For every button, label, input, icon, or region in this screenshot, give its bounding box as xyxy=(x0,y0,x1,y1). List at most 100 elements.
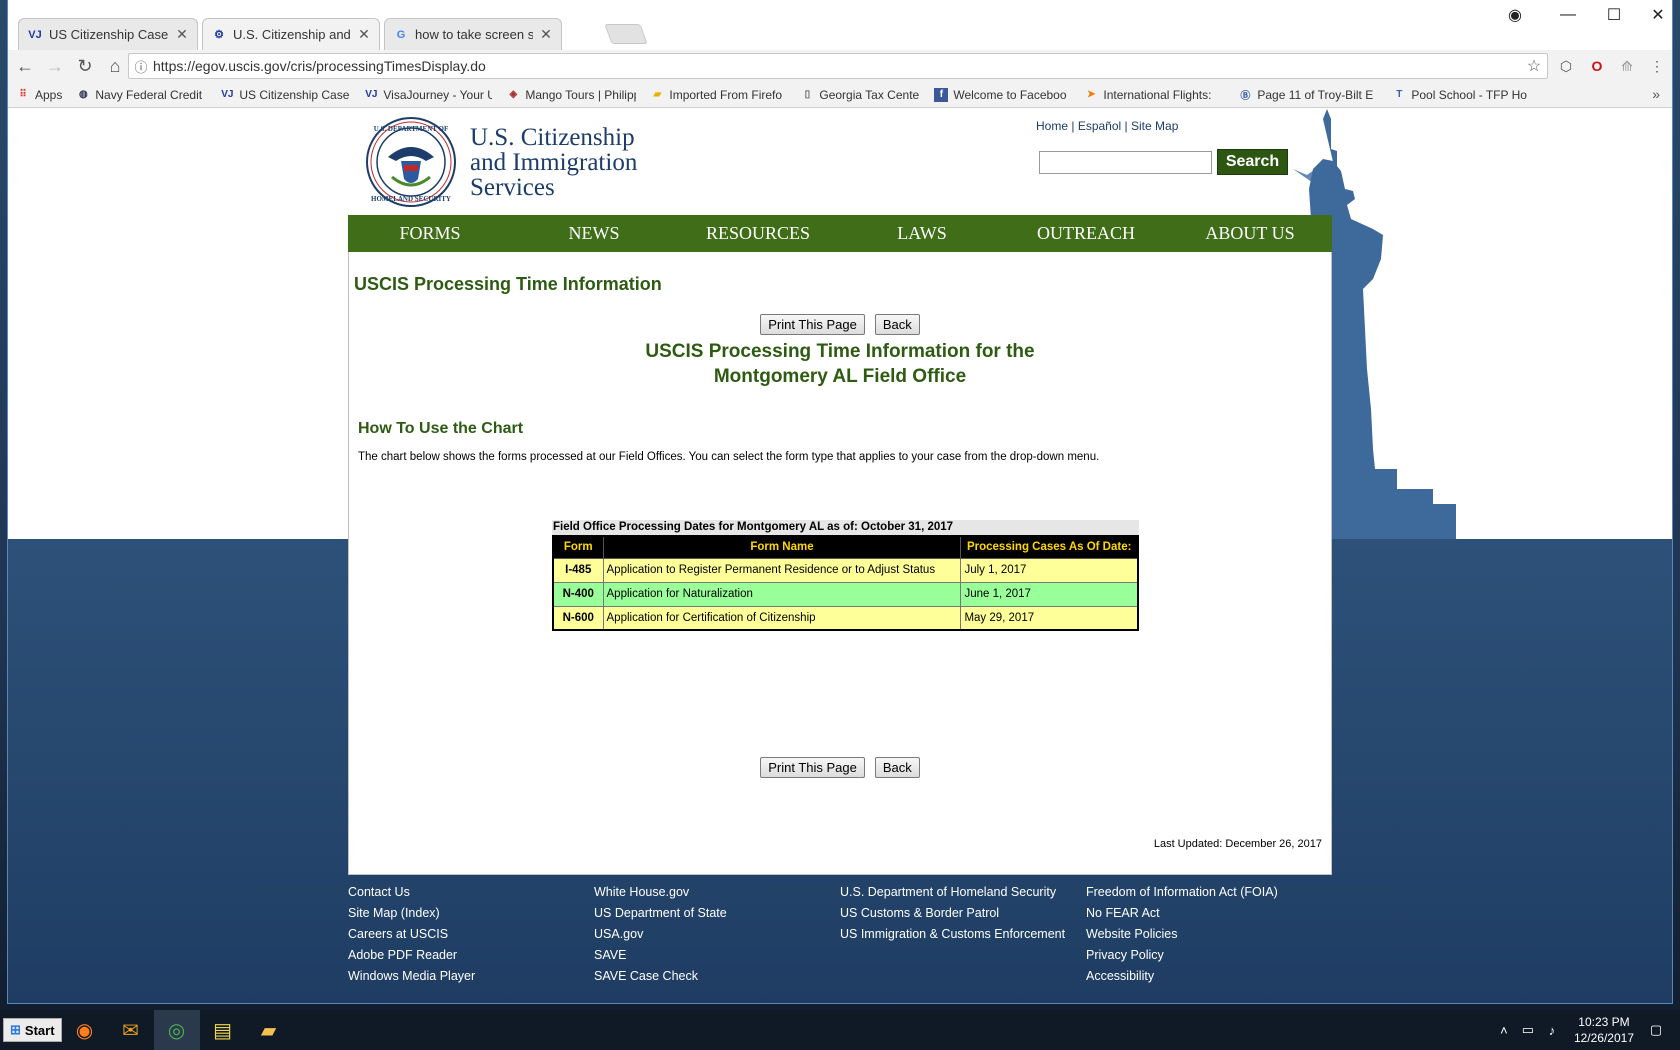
footer-link[interactable]: Windows Media Player xyxy=(348,969,475,984)
bookmark-label: US Citizenship Case F xyxy=(239,87,351,102)
nav-forms[interactable]: FORMS xyxy=(348,223,512,244)
info-icon[interactable]: ⓘ xyxy=(129,57,153,76)
content-panel: USCIS Processing Time Information Print … xyxy=(348,252,1332,875)
print-page-button[interactable]: Print This Page xyxy=(760,757,865,778)
bookmark-apps[interactable]: ⠿ Apps xyxy=(16,88,62,102)
new-tab-button[interactable] xyxy=(604,24,648,44)
profile-icon[interactable]: ◉ xyxy=(1492,0,1538,30)
close-icon[interactable]: ✕ xyxy=(175,26,189,43)
back-button[interactable]: Back xyxy=(874,314,920,335)
folder-icon: ▰ xyxy=(653,89,662,100)
footer-link[interactable]: Contact Us xyxy=(348,885,475,900)
nav-about-us[interactable]: ABOUT US xyxy=(1168,223,1332,244)
footer-link[interactable]: SAVE xyxy=(594,948,727,963)
svg-text:HOMELAND SECURITY: HOMELAND SECURITY xyxy=(371,195,451,203)
google-icon: G xyxy=(396,28,406,41)
close-icon[interactable]: ✕ xyxy=(357,26,371,43)
table-row: N-600 Application for Certification of C… xyxy=(552,605,1139,631)
bookmark-citizenship-case[interactable]: VJ US Citizenship Case F xyxy=(220,88,350,102)
link-separator: | xyxy=(1071,119,1075,133)
footer-link[interactable]: USA.gov xyxy=(594,927,727,942)
bookmark-star-icon[interactable]: ☆ xyxy=(1521,56,1547,76)
nav-news[interactable]: NEWS xyxy=(512,223,676,244)
top-button-row: Print This Page Back xyxy=(349,314,1331,335)
globe-icon: ◍ xyxy=(78,89,88,100)
bookmark-georgia-tax[interactable]: ▯ Georgia Tax Center xyxy=(800,88,921,102)
chrome-icon[interactable]: ◎ xyxy=(153,1010,200,1050)
extension-icon[interactable]: ⬡ xyxy=(1554,54,1578,78)
pdf-extension-icon[interactable]: ⟰ xyxy=(1615,54,1639,78)
site-map-link[interactable]: Site Map xyxy=(1131,119,1178,133)
search-input[interactable] xyxy=(1039,151,1212,174)
print-page-button[interactable]: Print This Page xyxy=(760,314,865,335)
home-icon[interactable]: ⌂ xyxy=(102,53,128,79)
volume-icon[interactable]: ♪ xyxy=(1540,1023,1564,1038)
bookmark-navy-federal[interactable]: ◍ Navy Federal Credit U xyxy=(76,88,206,102)
file-explorer-icon[interactable]: ▰ xyxy=(246,1010,292,1050)
url-text[interactable]: https://egov.uscis.gov/cris/processingTi… xyxy=(153,58,1521,74)
footer-link[interactable]: SAVE Case Check xyxy=(594,969,727,984)
nav-laws[interactable]: LAWS xyxy=(840,223,1004,244)
footer-link[interactable]: U.S. Department of Homeland Security xyxy=(840,885,1065,900)
close-window-icon[interactable]: ✕ xyxy=(1635,0,1680,30)
tab-title: US Citizenship Case Filin xyxy=(49,27,169,42)
bookmark-visajourney[interactable]: VJ VisaJourney - Your U xyxy=(364,88,492,102)
sticky-notes-icon[interactable]: ▤ xyxy=(200,1010,246,1050)
system-tray: ˄ ▭ ♪ 10:23 PM 12/26/2017 ▢ xyxy=(1492,1010,1680,1050)
footer-link[interactable]: Accessibility xyxy=(1086,969,1278,984)
start-button[interactable]: ⊞ Start xyxy=(3,1018,62,1042)
tab-google-search[interactable]: G how to take screen shot ✕ xyxy=(384,18,562,50)
bookmark-facebook[interactable]: f Welcome to Faceboo xyxy=(934,87,1070,102)
search-button[interactable]: Search xyxy=(1217,149,1288,175)
agency-wordmark[interactable]: U.S. Citizenship and Immigration Service… xyxy=(470,125,637,200)
footer-link[interactable]: Careers at USCIS xyxy=(348,927,475,942)
footer-link[interactable]: Privacy Policy xyxy=(1086,948,1278,963)
action-center-icon[interactable]: ▢ xyxy=(1644,1022,1668,1038)
bookmark-pool-school[interactable]: T Pool School - TFP Ho xyxy=(1392,88,1528,102)
firefox-icon[interactable]: ◉ xyxy=(62,1010,108,1050)
maximize-icon[interactable]: ☐ xyxy=(1591,0,1637,30)
espanol-link[interactable]: Español xyxy=(1078,119,1121,133)
address-bar[interactable]: ⓘ https://egov.uscis.gov/cris/processing… xyxy=(128,53,1548,79)
footer-link[interactable]: US Department of State xyxy=(594,906,727,921)
dhs-seal-logo[interactable]: U.S. DEPARTMENT OF HOMELAND SECURITY xyxy=(366,117,456,207)
minimize-icon[interactable]: — xyxy=(1545,0,1591,30)
close-icon[interactable]: ✕ xyxy=(539,26,553,43)
office-title-line: Montgomery AL Field Office xyxy=(713,366,967,387)
clock[interactable]: 10:23 PM 12/26/2017 xyxy=(1574,1014,1634,1046)
reload-icon[interactable]: ↻ xyxy=(72,53,98,79)
back-button[interactable]: Back xyxy=(874,757,920,778)
nav-resources[interactable]: RESOURCES xyxy=(676,223,840,244)
back-arrow-icon[interactable]: ← xyxy=(12,53,38,79)
bookmark-imported-firefox[interactable]: ▰ Imported From Firefo xyxy=(650,88,786,102)
opera-icon[interactable]: O xyxy=(1585,54,1609,78)
mail-icon[interactable]: ✉ xyxy=(108,1010,154,1050)
forward-arrow-icon[interactable]: → xyxy=(42,53,68,79)
utility-links: Home | Español | Site Map xyxy=(1036,119,1178,133)
more-bookmarks-icon[interactable]: » xyxy=(1652,86,1660,102)
footer-link[interactable]: No FEAR Act xyxy=(1086,906,1278,921)
footer-link[interactable]: Site Map (Index) xyxy=(348,906,475,921)
footer-link[interactable]: Freedom of Information Act (FOIA) xyxy=(1086,885,1278,900)
footer-link[interactable]: Website Policies xyxy=(1086,927,1278,942)
windows-logo-icon: ⊞ xyxy=(10,1022,21,1037)
facebook-icon: f xyxy=(934,87,949,102)
browser-window: VJ US Citizenship Case Filin ✕ ⚙ U.S. Ci… xyxy=(8,0,1672,1003)
bookmark-international-flights[interactable]: ➤ International Flights: xyxy=(1084,88,1224,102)
footer-link[interactable]: White House.gov xyxy=(594,885,727,900)
table-row: N-400 Application for Naturalization Jun… xyxy=(552,581,1139,607)
network-icon[interactable]: ▭ xyxy=(1516,1022,1540,1038)
home-link[interactable]: Home xyxy=(1036,119,1068,133)
visajourney-icon: VJ xyxy=(28,28,42,41)
tab-uscis[interactable]: ⚙ U.S. Citizenship and Imm ✕ xyxy=(202,18,380,50)
footer-link[interactable]: US Immigration & Customs Enforcement xyxy=(840,927,1065,942)
nav-outreach[interactable]: OUTREACH xyxy=(1004,223,1168,244)
bookmark-troy-bilt[interactable]: Ⓑ Page 11 of Troy-Bilt E xyxy=(1238,88,1378,102)
tab-citizenship-case-filing[interactable]: VJ US Citizenship Case Filin ✕ xyxy=(18,18,198,50)
footer-link[interactable]: US Customs & Border Patrol xyxy=(840,906,1065,921)
processing-date: May 29, 2017 xyxy=(960,605,1139,631)
chevron-up-icon[interactable]: ˄ xyxy=(1492,1023,1516,1038)
bookmark-mango-tours[interactable]: ◈ Mango Tours | Philipp xyxy=(506,88,637,102)
footer-link[interactable]: Adobe PDF Reader xyxy=(348,948,475,963)
menu-icon[interactable]: ⋮ xyxy=(1645,54,1669,78)
